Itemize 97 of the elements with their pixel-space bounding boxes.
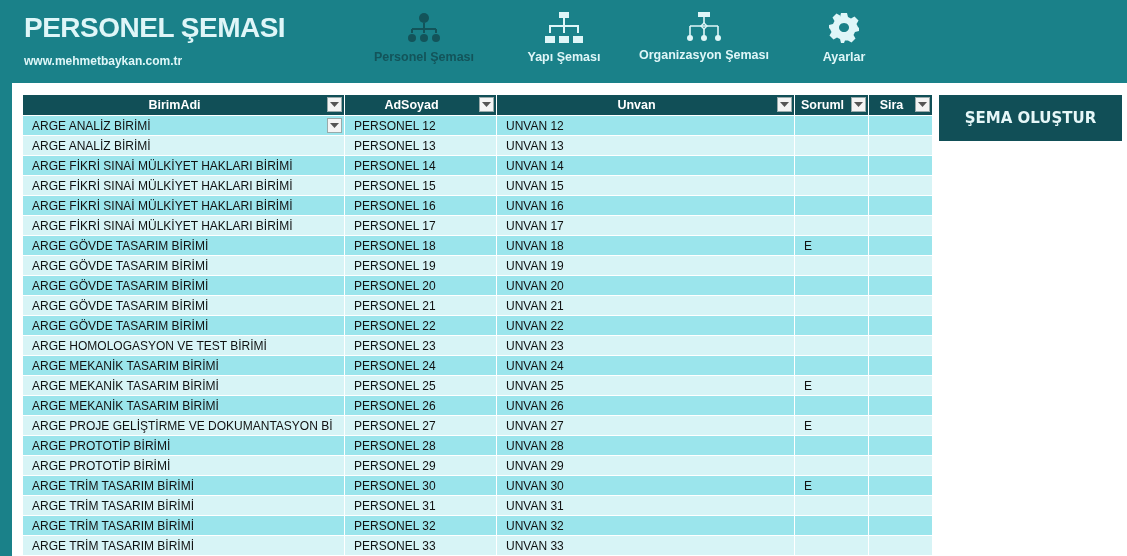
- name-cell: PERSONEL 26: [345, 395, 497, 415]
- title-cell: UNVAN 29: [497, 455, 795, 475]
- title-cell: UNVAN 13: [497, 135, 795, 155]
- name-cell: PERSONEL 13: [345, 135, 497, 155]
- unit-cell: ARGE TRİM TASARIM BİRİMİ: [23, 475, 345, 495]
- unit-cell: ARGE GÖVDE TASARIM BİRİMİ: [23, 235, 345, 255]
- caret-icon: [330, 123, 339, 128]
- unit-cell: ARGE ANALİZ BİRİMİ: [23, 115, 345, 135]
- name-cell: PERSONEL 25: [345, 375, 497, 395]
- name-cell: PERSONEL 14: [345, 155, 497, 175]
- name-cell: PERSONEL 18: [345, 235, 497, 255]
- create-chart-button[interactable]: ŞEMA OLUŞTUR: [939, 95, 1122, 141]
- unit-cell: ARGE GÖVDE TASARIM BİRİMİ: [23, 275, 345, 295]
- nav-item[interactable]: Yapı Şeması: [494, 12, 634, 64]
- title-cell: UNVAN 12: [497, 115, 795, 135]
- title-cell: UNVAN 19: [497, 255, 795, 275]
- unit-cell: ARGE PROJE GELİŞTİRME VE DOKUMANTASYON Bİ: [23, 415, 345, 435]
- title-cell: UNVAN 24: [497, 355, 795, 375]
- nav-item[interactable]: Organizasyon Şeması: [634, 12, 774, 62]
- unit-cell: ARGE MEKANİK TASARIM BİRİMİ: [23, 395, 345, 415]
- nav-item[interactable]: Ayarlar: [774, 12, 914, 64]
- name-cell: PERSONEL 30: [345, 475, 497, 495]
- unit-cell: ARGE GÖVDE TASARIM BİRİMİ: [23, 315, 345, 335]
- caret-icon: [780, 102, 789, 107]
- name-cell: PERSONEL 16: [345, 195, 497, 215]
- unit-cell: ARGE ANALİZ BİRİMİ: [23, 135, 345, 155]
- column-title: AdSoyad: [384, 98, 439, 112]
- responsible-cell: E: [795, 415, 869, 435]
- website-link[interactable]: www.mehmetbaykan.com.tr: [24, 54, 354, 68]
- name-cell: PERSONEL 19: [345, 255, 497, 275]
- title-cell: UNVAN 22: [497, 315, 795, 335]
- unit-cell: ARGE TRİM TASARIM BİRİMİ: [23, 535, 345, 555]
- unit-cell: ARGE MEKANİK TASARIM BİRİMİ: [23, 375, 345, 395]
- column-title: Sira: [879, 98, 904, 112]
- filter-button[interactable]: [777, 97, 792, 112]
- name-cell: PERSONEL 17: [345, 215, 497, 235]
- caret-icon: [482, 102, 491, 107]
- unit-cell: ARGE TRİM TASARIM BİRİMİ: [23, 495, 345, 515]
- title-cell: UNVAN 14: [497, 155, 795, 175]
- title-cell: UNVAN 31: [497, 495, 795, 515]
- filter-button[interactable]: [327, 97, 342, 112]
- title-cell: UNVAN 28: [497, 435, 795, 455]
- name-cell: PERSONEL 12: [345, 115, 497, 135]
- unit-cell: ARGE FİKRİ SINAİ MÜLKİYET HAKLARI BİRİMİ: [23, 215, 345, 235]
- responsible-cell: E: [795, 235, 869, 255]
- name-cell: PERSONEL 23: [345, 335, 497, 355]
- name-cell: PERSONEL 28: [345, 435, 497, 455]
- title-cell: UNVAN 21: [497, 295, 795, 315]
- unit-cell: ARGE FİKRİ SINAİ MÜLKİYET HAKLARI BİRİMİ: [23, 175, 345, 195]
- name-cell: PERSONEL 31: [345, 495, 497, 515]
- org-chart-icon: [686, 12, 722, 42]
- name-cell: PERSONEL 21: [345, 295, 497, 315]
- unit-cell: ARGE HOMOLOGASYON VE TEST BİRİMİ: [23, 335, 345, 355]
- title-cell: UNVAN 32: [497, 515, 795, 535]
- unit-cell: ARGE GÖVDE TASARIM BİRİMİ: [23, 295, 345, 315]
- name-cell: PERSONEL 27: [345, 415, 497, 435]
- unit-cell: ARGE PROTOTİP BİRİMİ: [23, 455, 345, 475]
- column-title: Unvan: [617, 98, 656, 112]
- title-cell: UNVAN 16: [497, 195, 795, 215]
- unit-cell: ARGE FİKRİ SINAİ MÜLKİYET HAKLARI BİRİMİ: [23, 195, 345, 215]
- dropdown-button[interactable]: [327, 118, 342, 133]
- app-title: PERSONEL ŞEMASI: [24, 12, 287, 44]
- title-cell: UNVAN 18: [497, 235, 795, 255]
- hierarchy-icon: [544, 12, 584, 44]
- name-cell: PERSONEL 24: [345, 355, 497, 375]
- unit-cell: ARGE MEKANİK TASARIM BİRİMİ: [23, 355, 345, 375]
- settings-icon: [828, 12, 860, 44]
- responsible-cell: E: [795, 375, 869, 395]
- title-cell: UNVAN 15: [497, 175, 795, 195]
- name-cell: PERSONEL 32: [345, 515, 497, 535]
- caret-icon: [918, 102, 927, 107]
- filter-button[interactable]: [915, 97, 930, 112]
- title-cell: UNVAN 20: [497, 275, 795, 295]
- filter-button[interactable]: [851, 97, 866, 112]
- unit-cell: ARGE GÖVDE TASARIM BİRİMİ: [23, 255, 345, 275]
- unit-cell: ARGE TRİM TASARIM BİRİMİ: [23, 515, 345, 535]
- caret-icon: [854, 102, 863, 107]
- name-cell: PERSONEL 15: [345, 175, 497, 195]
- title-cell: UNVAN 25: [497, 375, 795, 395]
- name-cell: PERSONEL 22: [345, 315, 497, 335]
- responsible-cell: E: [795, 475, 869, 495]
- title-cell: UNVAN 33: [497, 535, 795, 555]
- people-hierarchy-icon: [406, 12, 442, 44]
- column-title: Soruml: [800, 98, 845, 112]
- column-title: BirimAdi: [148, 98, 201, 112]
- name-cell: PERSONEL 33: [345, 535, 497, 555]
- filter-button[interactable]: [479, 97, 494, 112]
- title-cell: UNVAN 23: [497, 335, 795, 355]
- caret-icon: [330, 102, 339, 107]
- title-cell: UNVAN 27: [497, 415, 795, 435]
- name-cell: PERSONEL 29: [345, 455, 497, 475]
- name-cell: PERSONEL 20: [345, 275, 497, 295]
- title-cell: UNVAN 17: [497, 215, 795, 235]
- title-cell: UNVAN 26: [497, 395, 795, 415]
- unit-cell: ARGE PROTOTİP BİRİMİ: [23, 435, 345, 455]
- title-cell: UNVAN 30: [497, 475, 795, 495]
- unit-cell: ARGE FİKRİ SINAİ MÜLKİYET HAKLARI BİRİMİ: [23, 155, 345, 175]
